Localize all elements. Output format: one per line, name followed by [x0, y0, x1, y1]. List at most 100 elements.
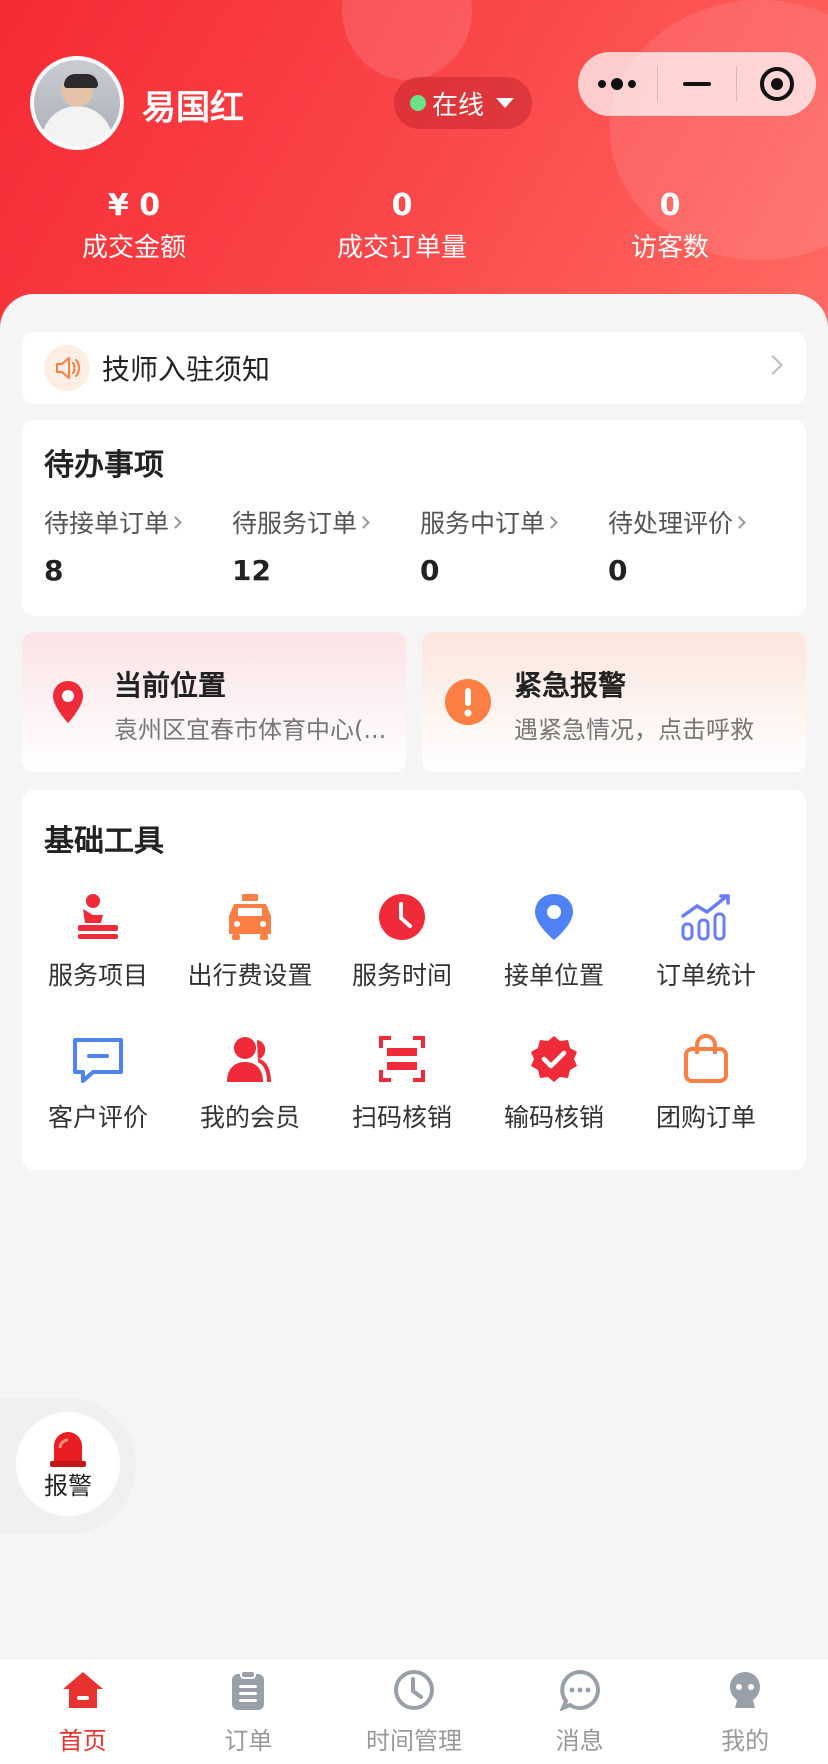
- todo-item-pending-service[interactable]: 待服务订单 12: [232, 504, 420, 587]
- tool-label: 团购订单: [655, 1103, 756, 1132]
- tool-service-items[interactable]: 服务项目: [22, 890, 174, 1032]
- more-button[interactable]: [578, 52, 657, 116]
- tool-order-location[interactable]: 接单位置: [478, 890, 630, 1032]
- user-name: 易国红: [142, 88, 244, 128]
- chat-icon: [558, 1669, 601, 1715]
- tool-customer-reviews[interactable]: 客户评价: [22, 1032, 174, 1174]
- stat-label: 成交金额: [81, 233, 186, 263]
- notice-bar[interactable]: 技师入驻须知: [22, 332, 806, 404]
- tool-label: 接单位置: [503, 961, 604, 990]
- todo-item-count: 0: [608, 554, 628, 587]
- stats-row: ¥ 0 成交金额 0 成交订单量 0 访客数: [0, 186, 828, 270]
- alarm-label: 报警: [44, 1471, 92, 1500]
- location-address: 袁州区宜春市体育中心(...: [114, 716, 387, 744]
- tab-label: 我的: [721, 1727, 770, 1755]
- tool-group-buy-orders[interactable]: 团购订单: [630, 1032, 782, 1174]
- tool-code-verify[interactable]: 输码核销: [478, 1032, 630, 1174]
- location-title: 当前位置: [114, 669, 227, 702]
- tab-label: 首页: [58, 1727, 107, 1755]
- tools-title: 基础工具: [44, 824, 164, 859]
- miniprogram-capsule: [578, 52, 816, 116]
- todo-item-pending-accept[interactable]: 待接单订单 8: [44, 504, 232, 587]
- tool-scan-verify[interactable]: 扫码核销: [326, 1032, 478, 1174]
- todo-item-label: 待接单订单: [44, 509, 170, 538]
- online-status-dropdown[interactable]: 在线: [394, 77, 532, 129]
- tab-messages[interactable]: 消息: [497, 1659, 663, 1764]
- verified-badge-icon: [527, 1032, 581, 1086]
- todo-item-in-service[interactable]: 服务中订单 0: [420, 504, 608, 587]
- todo-item-pending-review[interactable]: 待处理评价 0: [608, 504, 796, 587]
- tools-card: 基础工具 服务项目 出行费设置 服务时间 接单位置 订单统计 客户评价 我的会员…: [22, 790, 806, 1170]
- target-icon: [759, 67, 794, 101]
- tool-label: 我的会员: [199, 1103, 300, 1132]
- tab-orders[interactable]: 订单: [166, 1659, 332, 1764]
- tool-label: 订单统计: [655, 961, 756, 990]
- online-dot-icon: [410, 95, 426, 111]
- stat-visitors[interactable]: 0 访客数: [536, 186, 804, 270]
- current-location-card[interactable]: 当前位置 袁州区宜春市体育中心(...: [22, 632, 406, 772]
- stat-value: ¥ 0: [107, 188, 161, 223]
- stat-label: 成交订单量: [336, 233, 467, 263]
- taxi-icon: [223, 890, 277, 944]
- todo-item-count: 0: [420, 554, 440, 587]
- location-pin-icon: [44, 678, 92, 726]
- scan-icon: [375, 1032, 429, 1086]
- clipboard-icon: [228, 1669, 268, 1715]
- status-label: 在线: [432, 90, 485, 121]
- minimize-button[interactable]: [658, 52, 737, 116]
- tool-label: 输码核销: [503, 1103, 604, 1132]
- tool-travel-fee[interactable]: 出行费设置: [174, 890, 326, 1032]
- notice-label: 技师入驻须知: [102, 353, 271, 386]
- tool-label: 服务项目: [47, 961, 148, 990]
- chevron-right-icon: [169, 515, 182, 529]
- todo-item-label: 待服务订单: [232, 509, 358, 538]
- stat-value: 0: [391, 188, 413, 223]
- profile-header: 易国红 在线 ¥ 0 成交金额 0 成交订单量 0 访客数: [0, 0, 828, 330]
- location-pin-icon: [527, 890, 581, 944]
- tool-label: 出行费设置: [187, 961, 313, 990]
- tool-label: 客户评价: [47, 1103, 148, 1132]
- clock-icon: [393, 1669, 435, 1715]
- bottom-tab-bar: 首页 订单 时间管理 消息 我的: [0, 1658, 828, 1764]
- chevron-right-icon: [357, 515, 370, 529]
- tool-service-time[interactable]: 服务时间: [326, 890, 478, 1032]
- tab-time-management[interactable]: 时间管理: [331, 1659, 497, 1764]
- speaker-icon: [44, 345, 90, 391]
- stat-value: 0: [659, 188, 681, 223]
- decorative-bubble: [342, 0, 472, 80]
- emergency-title: 紧急报警: [514, 669, 627, 702]
- message-icon: [71, 1032, 125, 1086]
- todo-item-label: 服务中订单: [420, 509, 546, 538]
- clock-icon: [375, 890, 429, 944]
- minus-icon: [683, 82, 711, 86]
- chevron-right-icon: [763, 355, 783, 375]
- stat-orders[interactable]: 0 成交订单量: [268, 186, 536, 270]
- todo-item-label: 待处理评价: [608, 509, 734, 538]
- tab-profile[interactable]: 我的: [662, 1659, 828, 1764]
- todo-card: 待办事项 待接单订单 8 待服务订单 12 服务中订单 0 待处理评价 0: [22, 420, 806, 616]
- stat-amount[interactable]: ¥ 0 成交金额: [0, 186, 268, 270]
- emergency-subtitle: 遇紧急情况，点击呼救: [514, 716, 754, 744]
- tab-label: 订单: [224, 1727, 273, 1755]
- tab-label: 消息: [555, 1727, 604, 1755]
- stamp-icon: [71, 890, 125, 944]
- tab-home[interactable]: 首页: [0, 1659, 166, 1764]
- caret-down-icon: [496, 98, 515, 108]
- todo-item-count: 12: [232, 554, 271, 587]
- avatar[interactable]: [30, 56, 124, 150]
- alarm-button[interactable]: 报警: [16, 1412, 120, 1516]
- tool-label: 服务时间: [351, 961, 452, 990]
- todo-item-count: 8: [44, 554, 64, 587]
- chart-icon: [679, 890, 733, 944]
- chevron-right-icon: [733, 515, 746, 529]
- shopping-bag-icon: [679, 1032, 733, 1086]
- profile-icon: [724, 1669, 766, 1715]
- home-icon: [60, 1669, 106, 1715]
- floating-alarm-dock: 报警: [0, 1398, 136, 1534]
- more-dots-icon: [598, 78, 637, 90]
- tool-label: 扫码核销: [351, 1103, 452, 1132]
- tool-my-members[interactable]: 我的会员: [174, 1032, 326, 1174]
- tool-order-stats[interactable]: 订单统计: [630, 890, 782, 1032]
- close-miniprogram-button[interactable]: [737, 52, 816, 116]
- emergency-alarm-card[interactable]: 紧急报警 遇紧急情况，点击呼救: [422, 632, 806, 772]
